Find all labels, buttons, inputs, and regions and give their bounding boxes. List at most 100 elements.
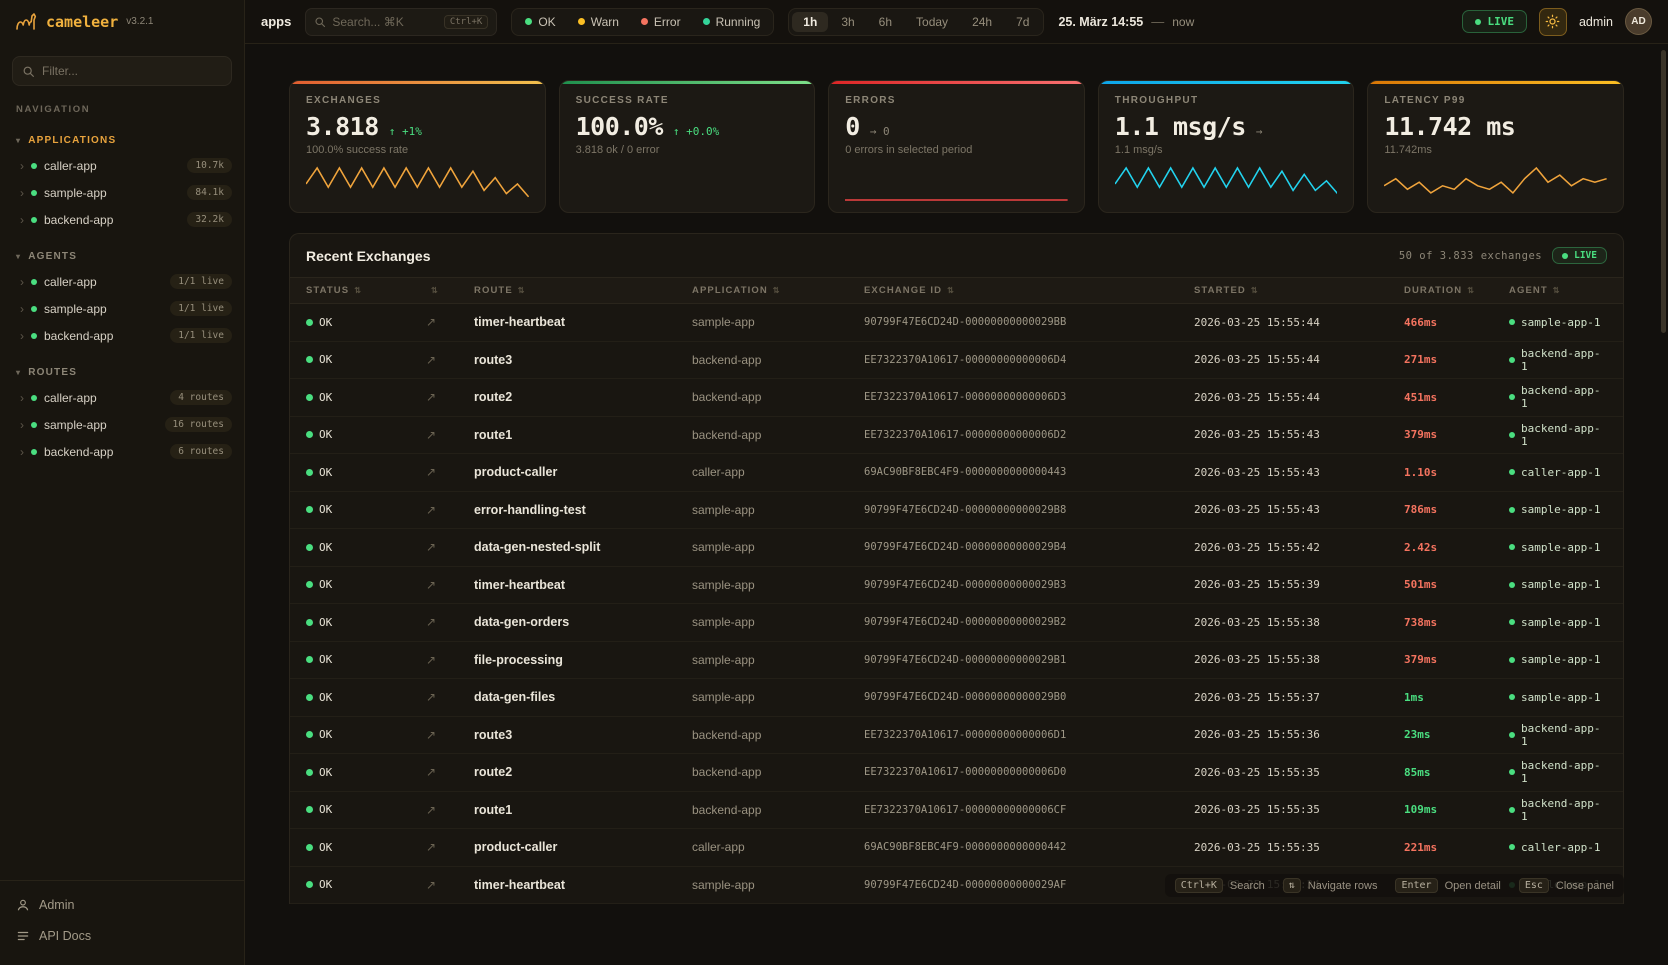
open-detail-icon[interactable]: ↗ bbox=[426, 653, 474, 667]
column-header-status[interactable]: STATUS⇅ bbox=[306, 285, 426, 296]
filter-input[interactable] bbox=[42, 64, 222, 78]
filter-dot bbox=[578, 18, 585, 25]
scrollbar-thumb[interactable] bbox=[1661, 50, 1666, 333]
table-live-badge[interactable]: LIVE bbox=[1552, 247, 1607, 264]
section-header-agents[interactable]: ▾ AGENTS bbox=[0, 247, 244, 268]
column-header-route[interactable]: ROUTE⇅ bbox=[474, 285, 692, 296]
section-header-applications[interactable]: ▾ APPLICATIONS bbox=[0, 131, 244, 152]
sidebar-item-admin[interactable]: Admin bbox=[0, 889, 244, 920]
route-name[interactable]: error-handling-test bbox=[474, 503, 692, 517]
open-detail-icon[interactable]: ↗ bbox=[426, 765, 474, 779]
item-label: backend-app bbox=[44, 445, 113, 459]
column-header-exchange-id[interactable]: EXCHANGE ID⇅ bbox=[864, 285, 1194, 296]
route-name[interactable]: route2 bbox=[474, 765, 692, 779]
open-detail-icon[interactable]: ↗ bbox=[426, 540, 474, 554]
route-name[interactable]: route1 bbox=[474, 803, 692, 817]
route-name[interactable]: route3 bbox=[474, 728, 692, 742]
route-name[interactable]: data-gen-orders bbox=[474, 615, 692, 629]
route-name[interactable]: product-caller bbox=[474, 465, 692, 479]
sidebar-item-route[interactable]: › backend-app 6 routes bbox=[0, 438, 244, 465]
table-row[interactable]: OK ↗ timer-heartbeat sample-app 90799F47… bbox=[290, 567, 1623, 605]
chevron-right-icon: › bbox=[20, 330, 24, 342]
open-detail-icon[interactable]: ↗ bbox=[426, 503, 474, 517]
section-header-routes[interactable]: ▾ ROUTES bbox=[0, 363, 244, 384]
duration-value: 2.42s bbox=[1404, 541, 1509, 554]
table-row[interactable]: OK ↗ route2 backend-app EE7322370A10617-… bbox=[290, 379, 1623, 417]
avatar[interactable]: AD bbox=[1625, 8, 1652, 35]
range-today[interactable]: Today bbox=[905, 12, 959, 32]
table-row[interactable]: OK ↗ route1 backend-app EE7322370A10617-… bbox=[290, 792, 1623, 830]
recent-exchanges-panel: Recent Exchanges 50 of 3.833 exchanges L… bbox=[289, 233, 1624, 904]
route-name[interactable]: timer-heartbeat bbox=[474, 315, 692, 329]
range-24h[interactable]: 24h bbox=[961, 12, 1003, 32]
search-input[interactable]: Search... ⌘K Ctrl+K bbox=[305, 8, 497, 36]
filter-chip[interactable]: Warn bbox=[568, 12, 629, 32]
open-detail-icon[interactable]: ↗ bbox=[426, 465, 474, 479]
route-name[interactable]: timer-heartbeat bbox=[474, 578, 692, 592]
range-1h[interactable]: 1h bbox=[792, 12, 828, 32]
open-detail-icon[interactable]: ↗ bbox=[426, 390, 474, 404]
table-row[interactable]: OK ↗ route1 backend-app EE7322370A10617-… bbox=[290, 417, 1623, 455]
sidebar-item-agent[interactable]: › caller-app 1/1 live bbox=[0, 268, 244, 295]
open-detail-icon[interactable]: ↗ bbox=[426, 428, 474, 442]
route-name[interactable]: product-caller bbox=[474, 840, 692, 854]
sidebar-filter[interactable] bbox=[12, 56, 232, 86]
column-header-duration[interactable]: DURATION⇅ bbox=[1404, 285, 1509, 296]
open-detail-icon[interactable]: ↗ bbox=[426, 803, 474, 817]
sidebar-item-route[interactable]: › caller-app 4 routes bbox=[0, 384, 244, 411]
table-row[interactable]: OK ↗ data-gen-orders sample-app 90799F47… bbox=[290, 604, 1623, 642]
live-toggle[interactable]: LIVE bbox=[1462, 10, 1527, 33]
table-row[interactable]: OK ↗ product-caller caller-app 69AC90BF8… bbox=[290, 454, 1623, 492]
application-name: sample-app bbox=[692, 315, 864, 329]
table-row[interactable]: OK ↗ route2 backend-app EE7322370A10617-… bbox=[290, 754, 1623, 792]
filter-chip[interactable]: OK bbox=[515, 12, 565, 32]
route-name[interactable]: route1 bbox=[474, 428, 692, 442]
filter-chip[interactable]: Running bbox=[693, 12, 771, 32]
open-detail-icon[interactable]: ↗ bbox=[426, 728, 474, 742]
sidebar-item-agent[interactable]: › sample-app 1/1 live bbox=[0, 295, 244, 322]
table-row[interactable]: OK ↗ data-gen-files sample-app 90799F47E… bbox=[290, 679, 1623, 717]
column-header-application[interactable]: APPLICATION⇅ bbox=[692, 285, 864, 296]
stat-trend: ↑ +0.0% bbox=[673, 125, 719, 138]
agent-name: sample-app-1 bbox=[1521, 653, 1600, 666]
column-header-agent[interactable]: AGENT⇅ bbox=[1509, 285, 1607, 296]
route-name[interactable]: data-gen-files bbox=[474, 690, 692, 704]
range-6h[interactable]: 6h bbox=[868, 12, 903, 32]
open-detail-icon[interactable]: ↗ bbox=[426, 840, 474, 854]
route-name[interactable]: timer-heartbeat bbox=[474, 878, 692, 892]
sidebar-item-route[interactable]: › sample-app 16 routes bbox=[0, 411, 244, 438]
application-name: caller-app bbox=[692, 465, 864, 479]
sidebar-item-application[interactable]: › backend-app 32.2k bbox=[0, 206, 244, 233]
filter-chip[interactable]: Error bbox=[631, 12, 691, 32]
column-header-started[interactable]: STARTED⇅ bbox=[1194, 285, 1404, 296]
open-detail-icon[interactable]: ↗ bbox=[426, 878, 474, 892]
sidebar-item-api-docs[interactable]: API Docs bbox=[0, 920, 244, 951]
route-name[interactable]: route3 bbox=[474, 353, 692, 367]
table-row[interactable]: OK ↗ file-processing sample-app 90799F47… bbox=[290, 642, 1623, 680]
table-row[interactable]: OK ↗ timer-heartbeat sample-app 90799F47… bbox=[290, 304, 1623, 342]
username: admin bbox=[1579, 15, 1613, 29]
table-row[interactable]: OK ↗ route3 backend-app EE7322370A10617-… bbox=[290, 717, 1623, 755]
theme-toggle-button[interactable] bbox=[1539, 8, 1567, 36]
sidebar-item-application[interactable]: › sample-app 84.1k bbox=[0, 179, 244, 206]
range-3h[interactable]: 3h bbox=[830, 12, 865, 32]
open-detail-icon[interactable]: ↗ bbox=[426, 690, 474, 704]
open-detail-icon[interactable]: ↗ bbox=[426, 353, 474, 367]
table-row[interactable]: OK ↗ data-gen-nested-split sample-app 90… bbox=[290, 529, 1623, 567]
open-detail-icon[interactable]: ↗ bbox=[426, 315, 474, 329]
agent-name: backend-app-1 bbox=[1521, 759, 1607, 785]
table-row[interactable]: OK ↗ route3 backend-app EE7322370A10617-… bbox=[290, 342, 1623, 380]
open-detail-icon[interactable]: ↗ bbox=[426, 578, 474, 592]
range-7d[interactable]: 7d bbox=[1005, 12, 1040, 32]
sidebar-item-application[interactable]: › caller-app 10.7k bbox=[0, 152, 244, 179]
open-detail-icon[interactable]: ↗ bbox=[426, 615, 474, 629]
route-name[interactable]: route2 bbox=[474, 390, 692, 404]
route-name[interactable]: file-processing bbox=[474, 653, 692, 667]
time-display[interactable]: 25. März 14:55 — now bbox=[1058, 14, 1194, 29]
sidebar-item-agent[interactable]: › backend-app 1/1 live bbox=[0, 322, 244, 349]
column-header-detail[interactable]: ⇅ bbox=[426, 286, 474, 295]
table-row[interactable]: OK ↗ product-caller caller-app 69AC90BF8… bbox=[290, 829, 1623, 867]
table-row[interactable]: OK ↗ error-handling-test sample-app 9079… bbox=[290, 492, 1623, 530]
agent-name: sample-app-1 bbox=[1521, 578, 1600, 591]
route-name[interactable]: data-gen-nested-split bbox=[474, 540, 692, 554]
